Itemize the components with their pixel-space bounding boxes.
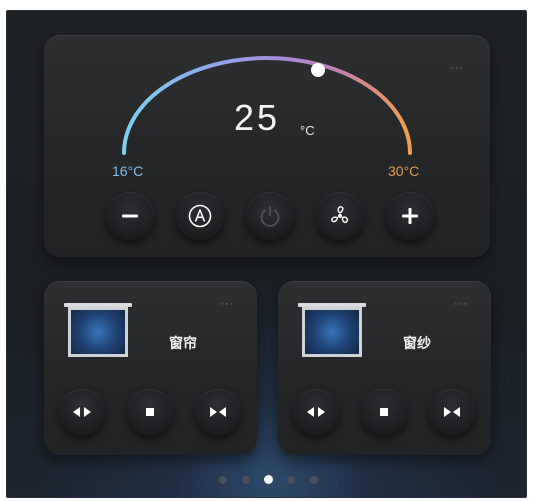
curtain-open-button[interactable] xyxy=(59,389,105,435)
curtain-title: 窗帘 xyxy=(169,335,197,351)
curtain-thumbnail xyxy=(68,307,128,357)
min-temp-label: 16°C xyxy=(112,163,144,179)
control-screen: ··· 25 °C 16°C 30°C ··· 窗帘 ··· 窗纱 xyxy=(6,10,527,498)
sheer-card: ··· 窗纱 xyxy=(278,281,491,455)
increase-button[interactable] xyxy=(386,192,434,240)
open-arrows-icon xyxy=(307,407,325,417)
page-dot-active[interactable] xyxy=(264,475,273,484)
more-icon[interactable]: ··· xyxy=(454,299,468,310)
sheer-open-button[interactable] xyxy=(293,389,339,435)
temperature-slider-thumb[interactable] xyxy=(311,63,325,77)
fan-speed-button[interactable] xyxy=(316,192,364,240)
close-arrows-icon xyxy=(444,407,460,417)
close-arrows-icon xyxy=(210,407,226,417)
page-dot[interactable] xyxy=(287,476,295,484)
power-icon xyxy=(260,206,280,227)
sheer-close-button[interactable] xyxy=(429,389,475,435)
more-icon[interactable]: ··· xyxy=(220,299,234,310)
power-button[interactable] xyxy=(246,192,294,240)
fan-icon xyxy=(331,206,349,224)
stop-icon xyxy=(380,408,388,416)
page-dot[interactable] xyxy=(242,476,250,484)
stop-icon xyxy=(146,408,154,416)
plus-icon xyxy=(402,208,418,224)
curtain-card: ··· 窗帘 xyxy=(44,281,257,455)
setpoint-value: 25 xyxy=(234,97,281,138)
auto-a-icon xyxy=(188,204,212,228)
curtain-stop-button[interactable] xyxy=(127,389,173,435)
decrease-button[interactable] xyxy=(106,192,154,240)
thermostat-card: ··· 25 °C 16°C 30°C xyxy=(44,35,490,257)
sheer-title: 窗纱 xyxy=(403,335,431,351)
max-temp-label: 30°C xyxy=(388,163,420,179)
page-dot[interactable] xyxy=(310,476,318,484)
curtain-close-button[interactable] xyxy=(195,389,241,435)
minus-icon xyxy=(122,214,138,218)
open-arrows-icon xyxy=(73,407,91,417)
page-dot[interactable] xyxy=(219,476,227,484)
setpoint-unit: °C xyxy=(300,123,315,138)
sheer-thumbnail xyxy=(302,307,362,357)
sheer-stop-button[interactable] xyxy=(361,389,407,435)
auto-mode-button[interactable] xyxy=(176,192,224,240)
